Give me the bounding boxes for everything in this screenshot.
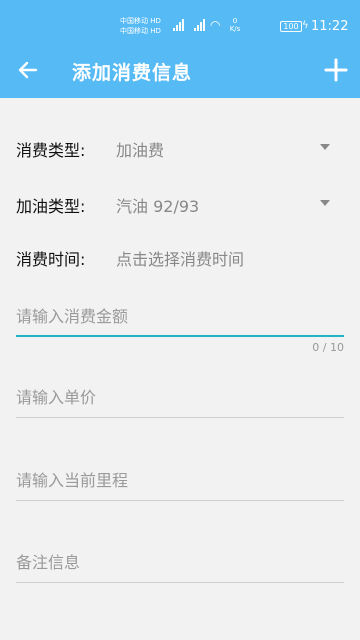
battery-icon: 100 — [280, 21, 302, 32]
signal-icon — [173, 19, 184, 31]
carrier-1: 中国移动 — [120, 17, 148, 25]
amount-counter: 0 / 10 — [312, 341, 344, 354]
page-title: 添加消费信息 — [72, 62, 193, 84]
status-time: 11:22 — [311, 19, 349, 34]
consume-type-row[interactable]: 消费类型: 加油费 — [16, 132, 344, 162]
unit-price-field[interactable] — [16, 378, 344, 418]
fuel-type-select[interactable]: 汽油 92/93 — [116, 193, 199, 217]
time-picker[interactable]: 点击选择消费时间 — [116, 246, 244, 270]
carrier-2: 中国移动 — [120, 27, 148, 35]
signal-icon-2 — [194, 19, 205, 31]
consume-type-label: 消费类型: — [16, 141, 86, 160]
amount-input[interactable] — [16, 297, 344, 335]
arrow-left-icon[interactable] — [14, 56, 42, 84]
charging-icon: ϟ — [302, 20, 309, 31]
time-label: 消费时间: — [16, 250, 86, 269]
fuel-type-label: 加油类型: — [16, 197, 86, 216]
hd-badge-1: HD — [150, 17, 161, 25]
wifi-icon: ◠ — [210, 18, 221, 32]
net-speed-value: 0 — [232, 17, 238, 25]
consume-type-select[interactable]: 加油费 — [116, 137, 164, 161]
note-input[interactable] — [16, 543, 344, 582]
dropdown-caret-icon[interactable] — [320, 200, 330, 206]
plus-icon[interactable] — [322, 56, 350, 84]
net-speed-unit: K/s — [229, 25, 241, 33]
fuel-type-row[interactable]: 加油类型: 汽油 92/93 — [16, 188, 344, 218]
time-row[interactable]: 消费时间: 点击选择消费时间 — [16, 241, 344, 271]
app-bar: 中国移动 HD 中国移动 HD ◠ 0 K/s 100 ϟ 11:22 添加消费… — [0, 0, 360, 98]
mileage-input[interactable] — [16, 461, 344, 500]
unit-price-input[interactable] — [16, 378, 344, 417]
hd-badge-2: HD — [150, 27, 161, 35]
mileage-field[interactable] — [16, 461, 344, 501]
carrier-info: 中国移动 HD 中国移动 HD — [120, 16, 180, 36]
status-bar: 中国移动 HD 中国移动 HD ◠ 0 K/s 100 ϟ 11:22 — [0, 0, 360, 42]
net-speed: 0 K/s — [228, 17, 242, 33]
amount-field[interactable] — [16, 297, 344, 337]
dropdown-caret-icon[interactable] — [320, 144, 330, 150]
note-field[interactable] — [16, 543, 344, 583]
battery-level: 100 — [283, 22, 299, 31]
